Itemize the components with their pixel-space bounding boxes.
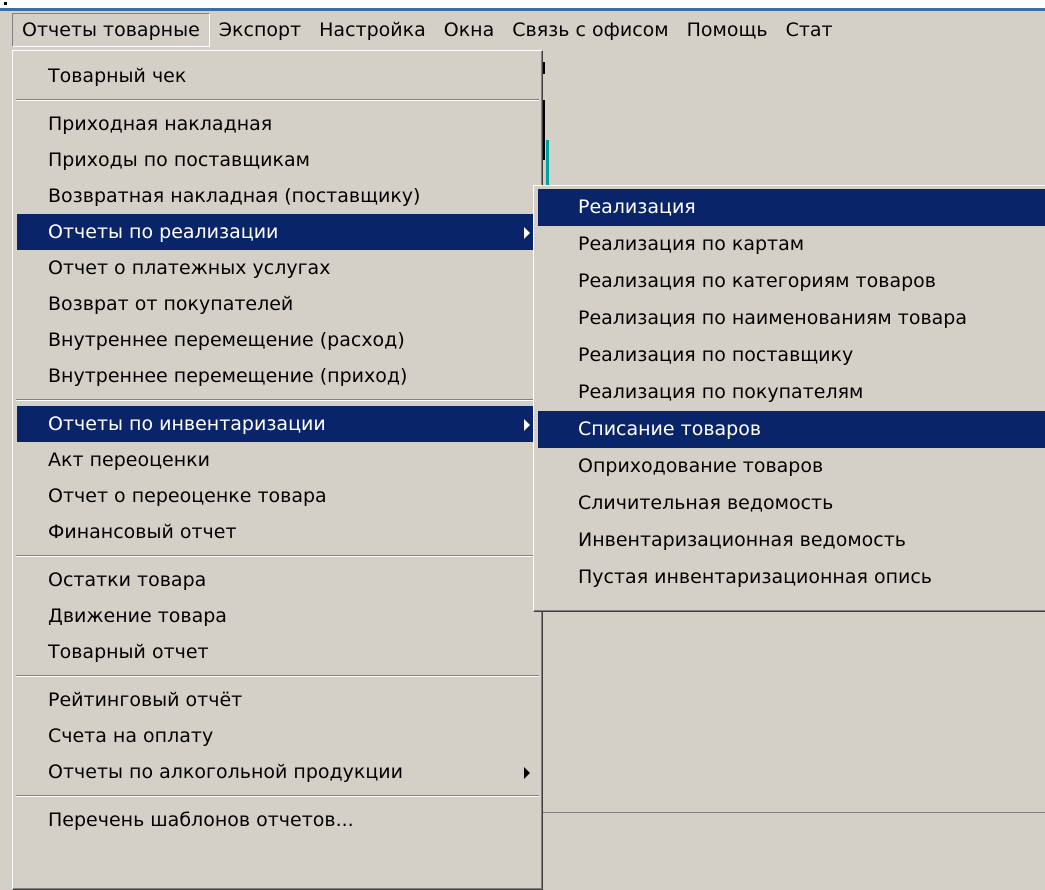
submenu-item-write-off[interactable]: Списание товаров: [538, 411, 1045, 448]
submenu-item-sales-by-categories[interactable]: Реализация по категориям товаров: [534, 263, 1045, 300]
menu-separator: [13, 550, 542, 562]
corner-dot: [4, 2, 7, 5]
background-panel-divider: [540, 812, 1045, 813]
submenu-item-empty-inventory-list[interactable]: Пустая инвентаризационная опись: [534, 559, 1045, 596]
menu-bar: Отчеты товарные Экспорт Настройка Окна С…: [0, 8, 1045, 48]
menu-item-alcohol-reports[interactable]: Отчеты по алкогольной продукции: [13, 754, 542, 790]
menu-item-return-invoice[interactable]: Возвратная накладная (поставщику): [13, 178, 542, 214]
menubar-settings[interactable]: Настройка: [310, 14, 435, 46]
menubar-help[interactable]: Помощь: [678, 14, 777, 46]
submenu-item-inventory-sheet[interactable]: Инвентаризационная ведомость: [534, 522, 1045, 559]
background-window-edge: [543, 62, 545, 74]
sales-submenu: Реализация Реализация по картам Реализац…: [533, 185, 1045, 612]
menubar-stat[interactable]: Стат: [777, 14, 842, 46]
menu-item-financial-report[interactable]: Финансовый отчет: [13, 514, 542, 550]
background-accent: [546, 140, 549, 190]
reports-goods-menu: Товарный чек Приходная накладная Приходы…: [12, 50, 543, 890]
menu-separator: [13, 790, 542, 802]
submenu-item-posting-goods[interactable]: Оприходование товаров: [534, 448, 1045, 485]
menu-item-label: Отчеты по инвентаризации: [48, 413, 326, 435]
submenu-arrow-icon: [524, 227, 530, 239]
submenu-arrow-icon: [524, 419, 530, 431]
menu-separator: [13, 670, 542, 682]
menubar-export[interactable]: Экспорт: [210, 14, 310, 46]
menu-item-revaluation-act[interactable]: Акт переоценки: [13, 442, 542, 478]
menu-item-internal-transfer-out[interactable]: Внутреннее перемещение (расход): [13, 322, 542, 358]
menu-item-inventory-reports[interactable]: Отчеты по инвентаризации: [17, 406, 538, 442]
submenu-item-sales-by-supplier[interactable]: Реализация по поставщику: [534, 337, 1045, 374]
menu-item-goods-report[interactable]: Товарный отчет: [13, 634, 542, 670]
menu-separator: [13, 394, 542, 406]
submenu-item-sales-by-product-names[interactable]: Реализация по наименованиям товара: [534, 300, 1045, 337]
menu-item-internal-transfer-in[interactable]: Внутреннее перемещение (приход): [13, 358, 542, 394]
window-top-strip: [0, 0, 1045, 8]
menu-item-goods-movement[interactable]: Движение товара: [13, 598, 542, 634]
menu-item-report-templates[interactable]: Перечень шаблонов отчетов...: [13, 802, 542, 838]
menu-item-invoices-for-payment[interactable]: Счета на оплату: [13, 718, 542, 754]
submenu-item-sales-by-cards[interactable]: Реализация по картам: [534, 226, 1045, 263]
submenu-item-sales[interactable]: Реализация: [538, 189, 1045, 226]
menu-item-incoming-invoice[interactable]: Приходная накладная: [13, 106, 542, 142]
menu-item-label: Отчеты по алкогольной продукции: [48, 761, 403, 783]
menu-item-stock-balance[interactable]: Остатки товара: [13, 562, 542, 598]
menubar-reports-goods[interactable]: Отчеты товарные: [12, 12, 210, 47]
menubar-office-connection[interactable]: Связь с офисом: [503, 14, 677, 46]
menu-item-sales-reports[interactable]: Отчеты по реализации: [17, 214, 538, 250]
menu-item-customer-returns[interactable]: Возврат от покупателей: [13, 286, 542, 322]
submenu-arrow-icon: [524, 767, 530, 779]
submenu-item-reconciliation-sheet[interactable]: Сличительная ведомость: [534, 485, 1045, 522]
menu-item-revaluation-report[interactable]: Отчет о переоценке товара: [13, 478, 542, 514]
background-window-edge-2: [543, 100, 545, 160]
menubar-windows[interactable]: Окна: [435, 14, 504, 46]
menu-separator: [13, 94, 542, 106]
menu-item-sales-receipt[interactable]: Товарный чек: [13, 58, 542, 94]
menu-item-incoming-by-supplier[interactable]: Приходы по поставщикам: [13, 142, 542, 178]
menu-item-rating-report[interactable]: Рейтинговый отчёт: [13, 682, 542, 718]
menu-item-payment-services-report[interactable]: Отчет о платежных услугах: [13, 250, 542, 286]
menu-item-label: Отчеты по реализации: [48, 221, 279, 243]
submenu-item-sales-by-customers[interactable]: Реализация по покупателям: [534, 374, 1045, 411]
